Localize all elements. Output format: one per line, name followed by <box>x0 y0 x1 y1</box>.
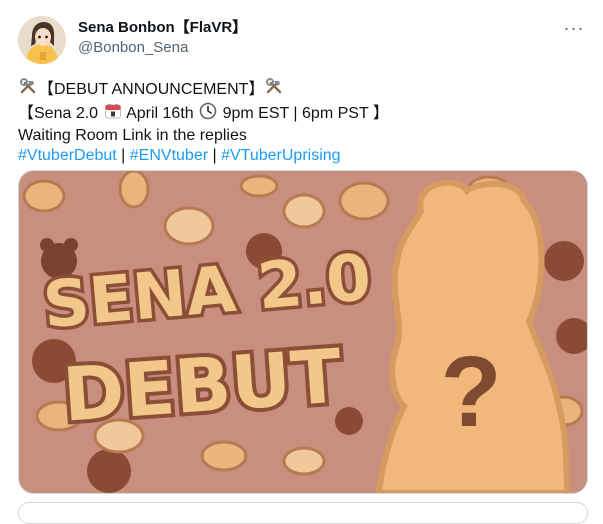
quoted-card-edge[interactable] <box>18 502 588 524</box>
avatar-image <box>18 16 66 64</box>
hashtag-vtuberuprising[interactable]: #VTuberUprising <box>221 147 340 164</box>
debut-artwork: ? SENA 2.0 DEBUT <box>19 171 587 493</box>
tweet-line-3: Waiting Room Link in the replies <box>18 127 247 144</box>
clock-icon <box>199 102 217 126</box>
avatar[interactable] <box>18 16 66 64</box>
hammer-and-wrench-icon <box>265 78 283 102</box>
more-options-button[interactable]: ··· <box>563 18 585 38</box>
hashtag-envtuber[interactable]: #ENVtuber <box>130 147 208 164</box>
user-handle[interactable]: @Bonbon_Sena <box>78 39 188 56</box>
hashtag-line: #VtuberDebut | #ENVtuber | #VTuberUprisi… <box>18 146 588 166</box>
display-name[interactable]: Sena Bonbon【FlaVR】 <box>78 16 247 37</box>
author-name-row[interactable]: Sena Bonbon【FlaVR】 <box>78 16 247 37</box>
hashtag-separator: | <box>208 147 222 164</box>
question-mark: ? <box>440 336 501 448</box>
event-name: 【Sena 2.0 <box>18 105 99 122</box>
event-date: April 16th <box>126 105 194 122</box>
tweet-media-image[interactable]: ? SENA 2.0 DEBUT <box>18 170 588 494</box>
event-time: 9pm EST | 6pm PST 】 <box>222 105 389 122</box>
tweet-text: 【DEBUT ANNOUNCEMENT】 【Sena 2.0 April 16t… <box>18 78 588 166</box>
hashtag-separator: | <box>116 147 130 164</box>
tweet-line-1: 【DEBUT ANNOUNCEMENT】 <box>18 78 588 102</box>
hammer-and-wrench-icon <box>19 78 37 102</box>
hashtag-vtuberdebut[interactable]: #VtuberDebut <box>18 147 117 164</box>
tweet-line-2: 【Sena 2.0 April 16th 9pm EST | 6pm PST 】 <box>18 102 588 126</box>
announcement-heading: 【DEBUT ANNOUNCEMENT】 <box>38 81 265 98</box>
more-horizontal-icon: ··· <box>563 17 585 38</box>
calendar-icon <box>104 102 122 126</box>
